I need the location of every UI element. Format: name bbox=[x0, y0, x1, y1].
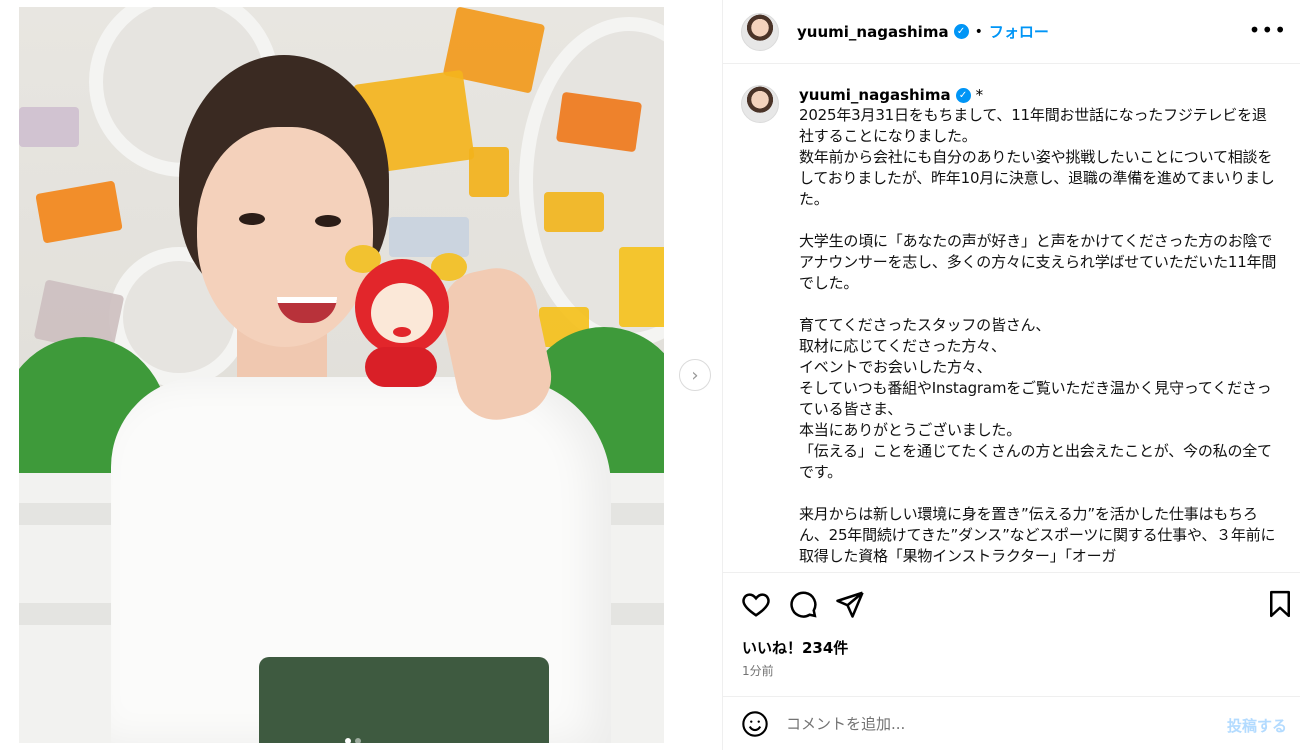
post-comment-button[interactable]: 投稿する bbox=[1227, 715, 1287, 736]
verified-badge-icon: ✓ bbox=[953, 24, 969, 39]
person-eye bbox=[239, 213, 265, 225]
carousel-dot-active bbox=[345, 738, 351, 743]
carousel-indicator bbox=[345, 738, 361, 743]
caption-section: yuumi_nagashima ✓ * 2025年3月31日をもちまして、11年… bbox=[723, 65, 1300, 572]
comment-input[interactable] bbox=[786, 714, 1166, 733]
image-tile bbox=[19, 107, 79, 147]
image-tile bbox=[389, 217, 469, 257]
follow-button[interactable]: フォロー bbox=[989, 21, 1049, 42]
post-image[interactable] bbox=[19, 7, 664, 743]
person-eye bbox=[315, 215, 341, 227]
author-avatar[interactable] bbox=[741, 12, 779, 51]
post-panel: yuumi_nagashima ✓ • フォロー ••• yuumi_nagas… bbox=[722, 0, 1300, 750]
image-tile bbox=[619, 247, 664, 327]
person-skirt bbox=[259, 657, 549, 743]
plush-nose bbox=[393, 327, 411, 337]
caption-text: 2025年3月31日をもちまして、11年間お世話になったフジテレビを退社すること… bbox=[799, 106, 1277, 565]
image-tile bbox=[544, 192, 604, 232]
caption-avatar[interactable] bbox=[741, 85, 779, 123]
caption-edited-mark: * bbox=[975, 86, 984, 104]
caption-body: yuumi_nagashima ✓ * 2025年3月31日をもちまして、11年… bbox=[799, 85, 1279, 567]
verified-badge-icon: ✓ bbox=[955, 87, 971, 103]
bookmark-icon[interactable] bbox=[1265, 589, 1295, 619]
caption-username[interactable]: yuumi_nagashima bbox=[799, 86, 951, 104]
plush-body bbox=[365, 347, 437, 387]
carousel-next-button[interactable]: › bbox=[679, 359, 711, 391]
header-separator: • bbox=[974, 23, 983, 40]
post-timestamp[interactable]: 1分前 bbox=[742, 662, 774, 679]
heart-icon[interactable] bbox=[741, 589, 771, 619]
caption-user-line: yuumi_nagashima ✓ * bbox=[799, 85, 1279, 105]
image-tile bbox=[469, 147, 509, 197]
author-username[interactable]: yuumi_nagashima bbox=[797, 23, 949, 41]
likes-count[interactable]: いいね！234件 bbox=[742, 637, 848, 658]
caption-row: yuumi_nagashima ✓ * 2025年3月31日をもちまして、11年… bbox=[741, 85, 1279, 567]
carousel-dot bbox=[355, 738, 361, 743]
comment-bar: 投稿する bbox=[723, 696, 1300, 750]
action-bar: いいね！234件 1分前 bbox=[723, 572, 1300, 696]
more-options-icon[interactable]: ••• bbox=[1249, 18, 1287, 42]
post-header: yuumi_nagashima ✓ • フォロー ••• bbox=[723, 0, 1300, 64]
comment-icon[interactable] bbox=[788, 589, 818, 619]
emoji-icon[interactable] bbox=[741, 710, 769, 738]
share-icon[interactable] bbox=[835, 589, 865, 619]
